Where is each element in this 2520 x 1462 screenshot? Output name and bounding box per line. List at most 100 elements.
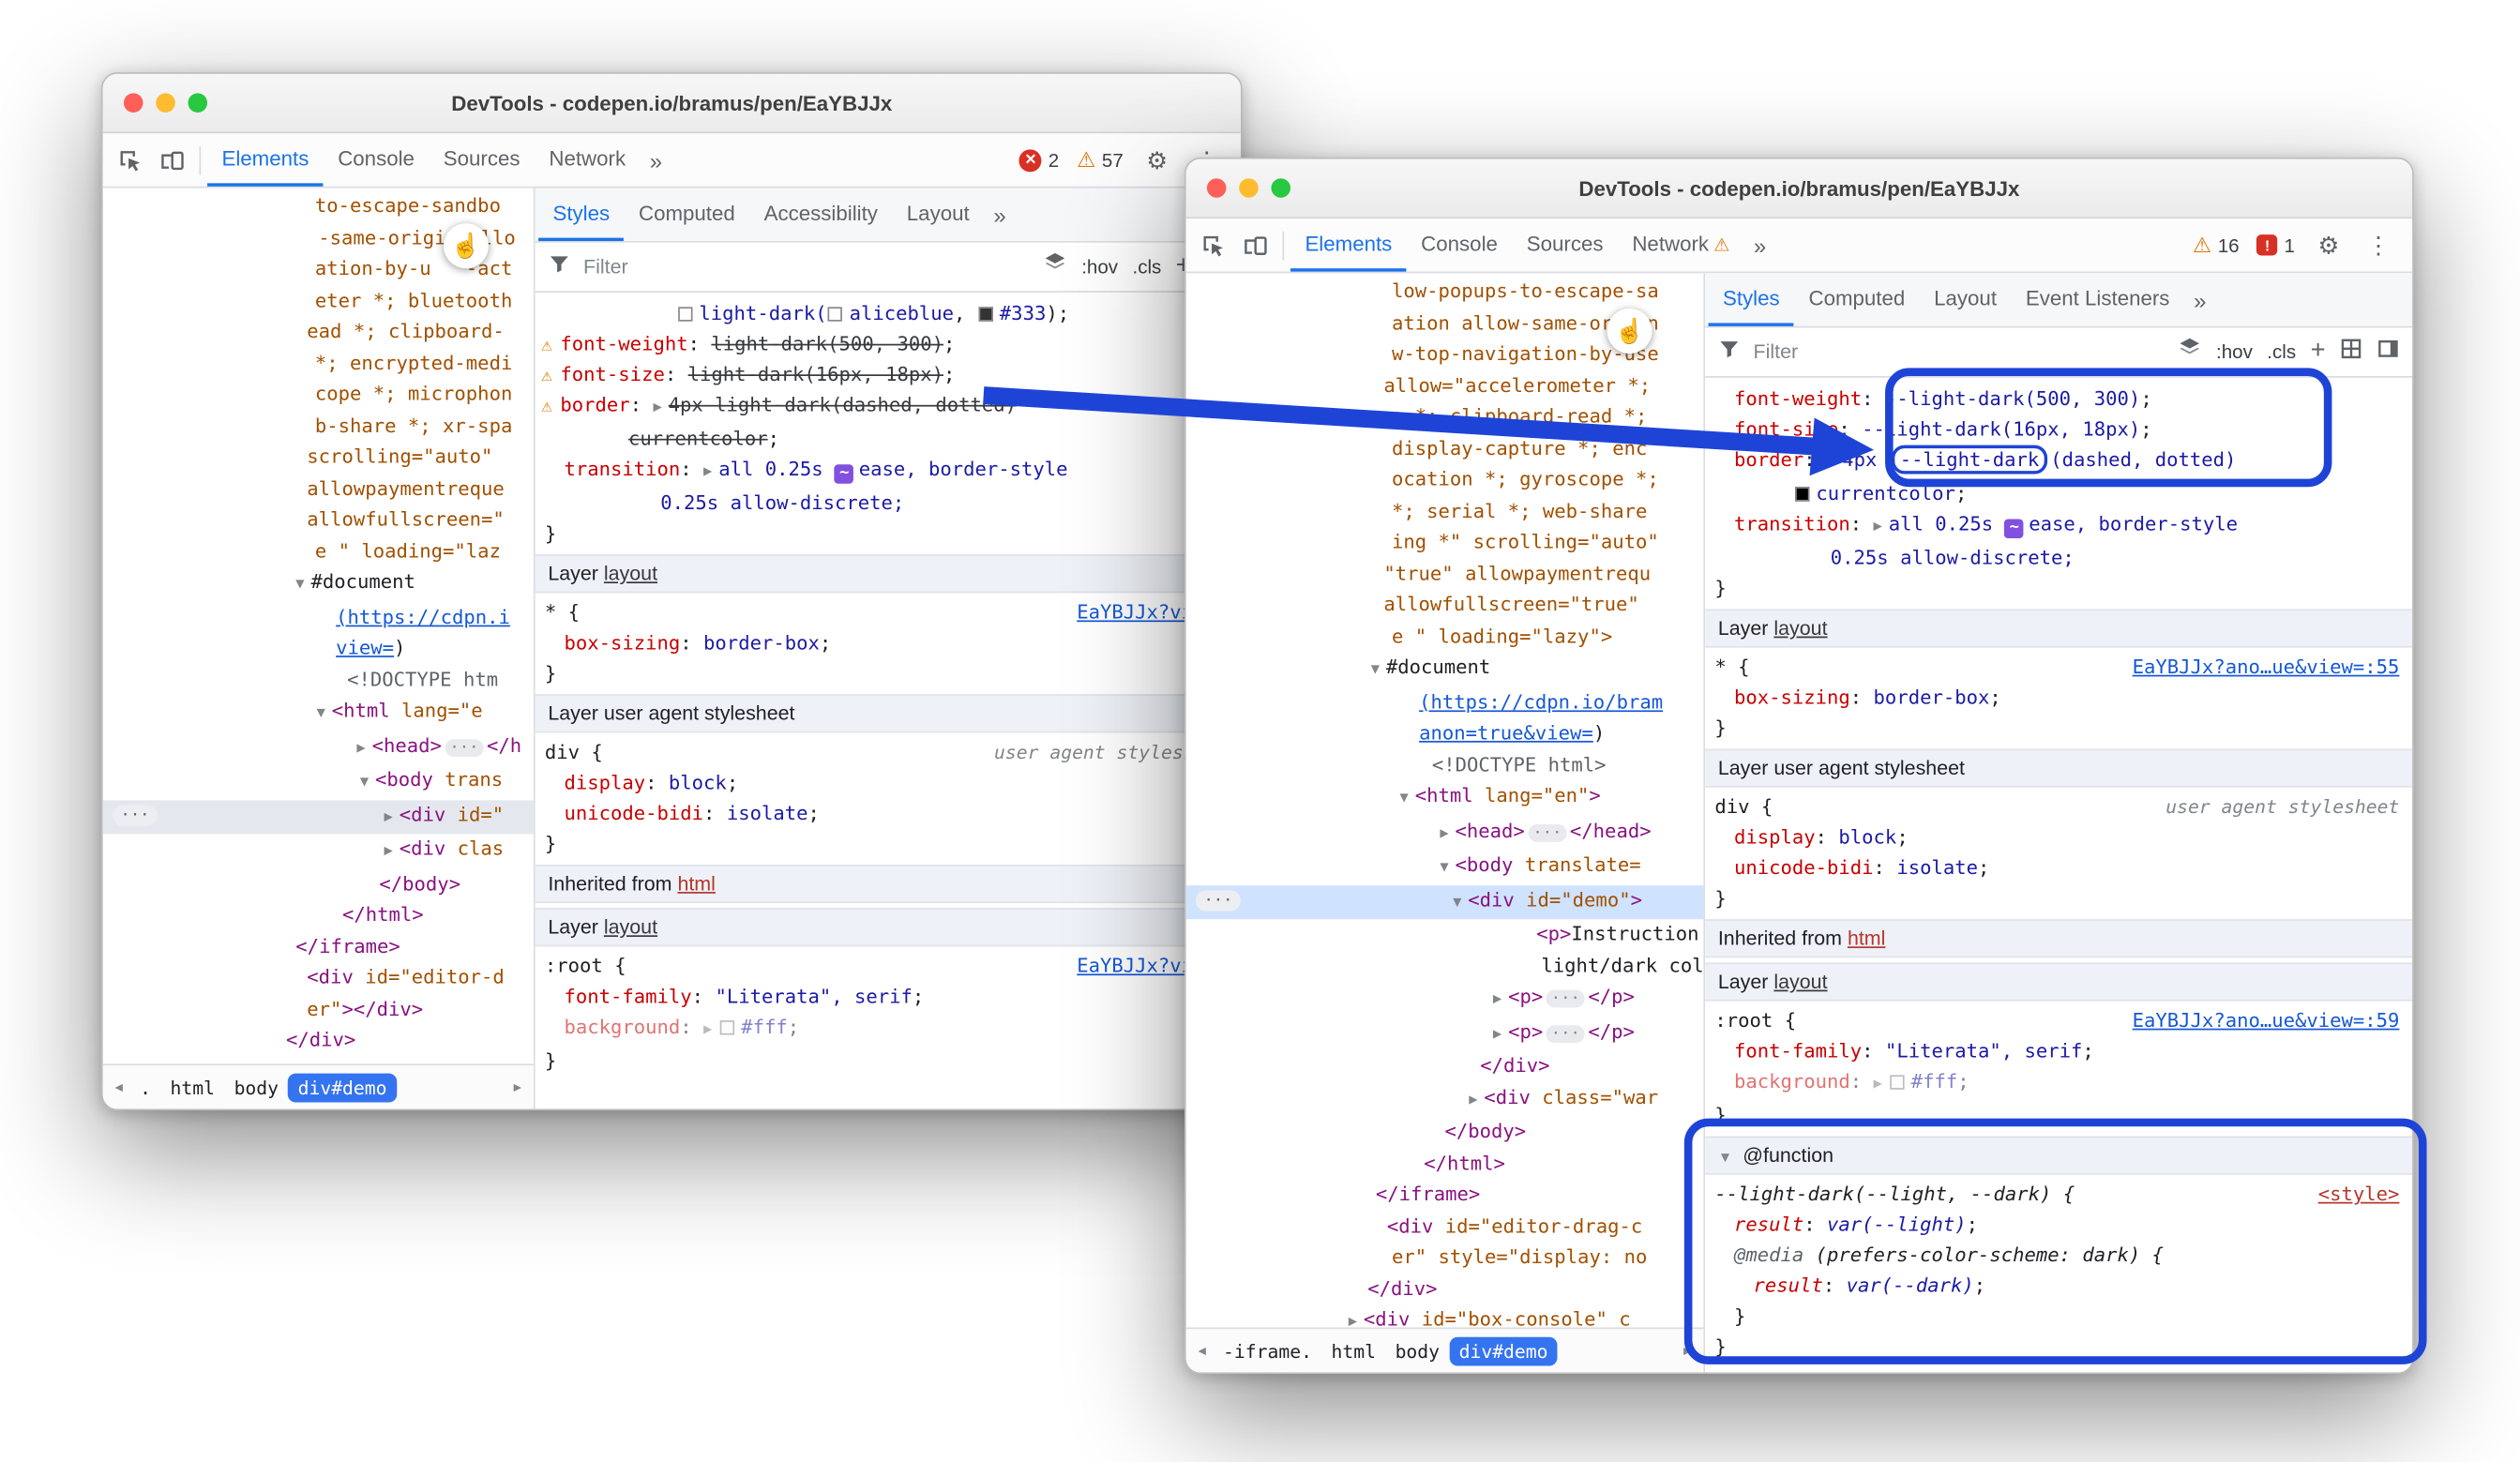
inspect-element-icon[interactable] bbox=[110, 139, 152, 181]
style-rule-line[interactable]: } bbox=[1705, 1333, 2412, 1364]
console-error-badge[interactable]: ✕ 2 bbox=[1015, 149, 1064, 172]
rule-source-link[interactable]: EaYBJJx?ano…ue&view=:55 bbox=[2133, 653, 2400, 684]
dom-tree-line[interactable]: (https://cdpn.i bbox=[103, 602, 534, 633]
close-window-button[interactable] bbox=[124, 93, 143, 113]
toggle-classes-button[interactable]: .cls bbox=[1132, 255, 1161, 278]
style-rule-line[interactable]: } bbox=[1705, 1101, 2412, 1132]
grid-layout-icon[interactable] bbox=[2340, 337, 2362, 368]
inspect-element-icon[interactable] bbox=[1192, 224, 1234, 266]
tab-console[interactable]: Console bbox=[1407, 219, 1513, 272]
breadcrumb-scroll-right-icon[interactable]: ▶ bbox=[506, 1080, 529, 1094]
dom-tree-line[interactable]: </iframe> bbox=[1186, 1180, 1704, 1211]
style-rule-line[interactable]: } bbox=[536, 1047, 1241, 1078]
dom-tree-line[interactable]: <!DOCTYPE htm bbox=[103, 665, 534, 696]
section-header[interactable]: Layer user agent stylesheet bbox=[1705, 749, 2412, 788]
style-rule-line[interactable]: display: block; bbox=[536, 768, 1241, 799]
close-window-button[interactable] bbox=[1207, 178, 1227, 198]
tab-event-listeners[interactable]: Event Listeners bbox=[2011, 273, 2183, 326]
dom-tree-line[interactable]: <!DOCTYPE html> bbox=[1186, 749, 1704, 780]
style-rule-line[interactable]: font-family: "Literata", serif; bbox=[536, 982, 1241, 1013]
style-rule-line[interactable]: ⚠font-size: light-dark(16px, 18px); bbox=[536, 360, 1241, 391]
dom-tree-line[interactable]: ead *; clipboard- bbox=[103, 317, 534, 348]
dom-tree-line[interactable]: <div id="editor-d bbox=[103, 962, 534, 993]
style-rule-line[interactable]: :root {EaYBJJx?ano…ue&view=:59 bbox=[1705, 1006, 2412, 1037]
dom-tree-line[interactable]: "true" allowpaymentrequ bbox=[1186, 558, 1704, 589]
dom-tree-line[interactable]: allowfullscreen=" bbox=[103, 505, 534, 535]
style-rule-line[interactable]: 0.25s allow-discrete; bbox=[536, 489, 1241, 520]
section-header[interactable]: Layer layout bbox=[1705, 962, 2412, 1001]
style-rule-line[interactable]: 0.25s allow-discrete; bbox=[1705, 543, 2412, 574]
breadcrumb-item-html[interactable]: html bbox=[160, 1073, 224, 1102]
hidden-items-badge[interactable]: ··· bbox=[113, 805, 158, 825]
dom-tree-line[interactable]: ▼<html lang="e bbox=[103, 696, 534, 731]
dom-tree-line[interactable]: low-popups-to-escape-sa bbox=[1186, 277, 1704, 308]
section-header[interactable]: Layer layout bbox=[536, 554, 1241, 593]
breadcrumb-scroll-left-icon[interactable]: ◀ bbox=[1191, 1344, 1214, 1358]
section-header[interactable]: ▼ @function bbox=[1705, 1137, 2412, 1175]
style-rule-line[interactable]: } bbox=[536, 829, 1241, 860]
style-rule-line[interactable]: :root {EaYBJJx?view= bbox=[536, 951, 1241, 982]
style-rule-line[interactable]: background: ▶#fff; bbox=[536, 1013, 1241, 1047]
dom-tree-line[interactable]: allow="accelerometer *; bbox=[1186, 370, 1704, 401]
style-rule-line[interactable]: background: ▶#fff; bbox=[1705, 1067, 2412, 1101]
tab-network[interactable]: Network⚠ bbox=[1618, 219, 1744, 272]
style-rule-line[interactable]: font-family: "Literata", serif; bbox=[1705, 1036, 2412, 1067]
dom-tree-line[interactable]: er"></div> bbox=[103, 994, 534, 1025]
dom-tree-line[interactable]: </html> bbox=[103, 900, 534, 931]
settings-gear-icon[interactable]: ⚙ bbox=[2308, 224, 2350, 266]
dom-tree-line[interactable]: ing *" scrolling="auto" bbox=[1186, 527, 1704, 558]
dom-tree-line[interactable]: </div> bbox=[1186, 1274, 1704, 1304]
more-sidebar-tabs-chevron-icon[interactable]: » bbox=[2184, 287, 2216, 312]
style-rule-line[interactable]: result: var(--dark); bbox=[1705, 1271, 2412, 1302]
dom-tree-line[interactable]: *; serial *; web-share bbox=[1186, 496, 1704, 527]
dom-tree-line[interactable]: <div id="editor-drag-c bbox=[1186, 1211, 1704, 1242]
token-lr[interactable]: html bbox=[1848, 927, 1885, 950]
tab-console[interactable]: Console bbox=[324, 133, 430, 187]
style-rule-line[interactable]: box-sizing: border-box; bbox=[1705, 683, 2412, 714]
section-header[interactable]: Layer user agent stylesheet bbox=[536, 694, 1241, 732]
dom-tree-line[interactable]: ▶<head>···</h bbox=[103, 731, 534, 765]
style-rule-line[interactable]: } bbox=[1705, 574, 2412, 605]
dom-tree-line[interactable]: ▶<div class="war bbox=[1186, 1082, 1704, 1117]
style-rule-line[interactable]: --light-dark(--light, --dark) {<style> bbox=[1705, 1180, 2412, 1211]
dom-tree-line[interactable]: </div> bbox=[103, 1025, 534, 1056]
device-toolbar-icon[interactable] bbox=[151, 139, 193, 181]
settings-gear-icon[interactable]: ⚙ bbox=[1137, 139, 1179, 181]
token-l[interactable]: anon=true&view= bbox=[1419, 721, 1593, 744]
style-rule-line[interactable]: div {user agent stylesheet bbox=[1705, 792, 2412, 823]
dom-tree-line[interactable]: ▼#document bbox=[1186, 653, 1704, 687]
style-rule-line[interactable]: currentcolor; bbox=[536, 424, 1241, 455]
dom-tree-line[interactable]: e " loading="laz bbox=[103, 535, 534, 566]
dom-tree-line[interactable]: ocation *; gyroscope *; bbox=[1186, 464, 1704, 495]
style-rule-line[interactable]: } bbox=[536, 659, 1241, 690]
tab-styles[interactable]: Styles bbox=[538, 188, 625, 241]
toggle-classes-button[interactable]: .cls bbox=[2267, 340, 2296, 363]
style-rule-line[interactable]: @media (prefers-color-scheme: dark) { bbox=[1705, 1241, 2412, 1272]
breadcrumb-item-div-demo[interactable]: div#demo bbox=[288, 1073, 396, 1102]
token-l[interactable]: (https://cdpn.io/bram bbox=[1419, 690, 1663, 713]
toggle-pseudo-state-button[interactable]: :hov bbox=[1081, 255, 1118, 278]
styles-filter-input[interactable] bbox=[581, 254, 1034, 279]
device-toolbar-icon[interactable] bbox=[1234, 224, 1276, 266]
dom-tree-line[interactable]: b-share *; xr-spa bbox=[103, 411, 534, 442]
toggle-pseudo-state-button[interactable]: :hov bbox=[2216, 340, 2253, 363]
breadcrumb-item-html[interactable]: html bbox=[1321, 1336, 1385, 1365]
dom-tree-line[interactable]: </body> bbox=[1186, 1117, 1704, 1148]
new-style-rule-button[interactable]: + bbox=[2311, 340, 2326, 363]
minimize-window-button[interactable] bbox=[156, 93, 175, 113]
dom-tree-line[interactable]: ▶<div clas bbox=[103, 834, 534, 868]
style-rule-line[interactable]: transition: ▶all 0.25s ~ease, border-sty… bbox=[536, 455, 1241, 489]
layers-cascade-icon[interactable] bbox=[1043, 250, 1067, 282]
dom-tree-line[interactable]: ···▼<div id="demo"> bbox=[1186, 884, 1704, 919]
style-rule-line[interactable]: * {EaYBJJx?view= bbox=[536, 597, 1241, 628]
dom-tree-line[interactable]: ▼#document bbox=[103, 567, 534, 602]
hidden-items-badge[interactable]: ··· bbox=[1196, 889, 1241, 910]
token-hl[interactable]: layout bbox=[1773, 617, 1827, 640]
dom-tree-line[interactable]: ▶<p>···</p> bbox=[1186, 1017, 1704, 1051]
dom-tree-line[interactable]: allowpaymentreque bbox=[103, 474, 534, 505]
token-lr[interactable]: html bbox=[677, 872, 715, 895]
window-titlebar[interactable]: DevTools - codepen.io/bramus/pen/EaYBJJx bbox=[103, 74, 1241, 133]
style-rule-line[interactable]: currentcolor; bbox=[1705, 479, 2412, 510]
dom-tree-line[interactable]: cope *; microphon bbox=[103, 379, 534, 410]
dom-tree-line[interactable]: (https://cdpn.io/bram bbox=[1186, 687, 1704, 718]
